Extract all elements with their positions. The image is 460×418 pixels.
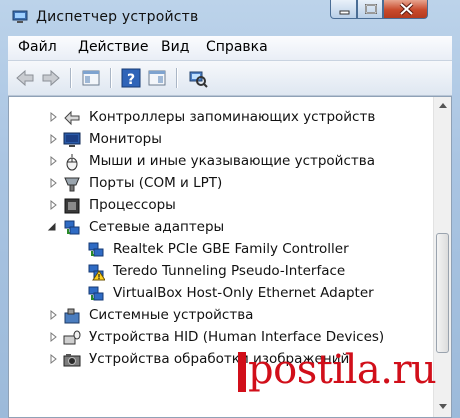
menu-help[interactable]: Справка	[206, 39, 268, 55]
tree-row-teredo-adapter[interactable]: Teredo Tunneling Pseudo-Interface	[9, 260, 429, 282]
tree-row-storage-controllers[interactable]: Контроллеры запоминающих устройств	[9, 106, 429, 128]
tree-row-label: Системные устройства	[89, 307, 254, 323]
help-icon[interactable]: ?	[120, 67, 142, 89]
scan-hardware-icon[interactable]	[186, 67, 208, 89]
mouse-icon	[66, 154, 78, 171]
watermark-bar	[238, 352, 246, 392]
hid-icon	[63, 330, 81, 345]
watermark-text: postila.ru	[248, 347, 437, 393]
storage-controller-icon	[64, 110, 80, 126]
tree-row-label: Мониторы	[89, 131, 162, 147]
tree-row-monitors[interactable]: Мониторы	[9, 128, 429, 150]
menu-view[interactable]: Вид	[161, 39, 189, 55]
tree-row-processors[interactable]: Процессоры	[9, 194, 429, 216]
tree-row-ports[interactable]: Порты (COM и LPT)	[9, 172, 429, 194]
expand-arrow-icon[interactable]	[49, 111, 59, 123]
toolbar-separator	[110, 68, 111, 88]
properties-pane-icon[interactable]	[80, 67, 102, 89]
tree-row-system-devices[interactable]: Системные устройства	[9, 304, 429, 326]
expand-arrow-icon[interactable]	[49, 133, 59, 145]
window-title: Диспетчер устройств	[36, 9, 199, 25]
close-icon	[399, 2, 414, 16]
expand-arrow-icon[interactable]	[49, 353, 59, 365]
scroll-up-icon[interactable]	[438, 101, 448, 109]
tree-row-label: Teredo Tunneling Pseudo-Interface	[113, 263, 346, 279]
tree-row-label: Порты (COM и LPT)	[89, 175, 223, 191]
close-button[interactable]	[383, 0, 428, 19]
network-adapter-icon	[88, 242, 104, 257]
menu-bar: Файл Действие Вид Справка	[8, 36, 452, 61]
monitor-icon	[63, 132, 81, 147]
back-arrow-icon[interactable]	[14, 67, 36, 89]
title-bar[interactable]: Диспетчер устройств	[0, 0, 460, 34]
tree-row-mice[interactable]: Мыши и иные указывающие устройства	[9, 150, 429, 172]
watermark: postila.ru	[238, 340, 460, 418]
device-manager-window: Диспетчер устройств Файл Действие Вид Сп…	[0, 0, 460, 418]
minimize-icon	[339, 10, 350, 15]
toolbar-separator	[70, 68, 71, 88]
tree-row-label: Мыши и иные указывающие устройства	[89, 153, 375, 169]
imaging-device-icon	[63, 354, 81, 367]
collapse-arrow-icon[interactable]	[47, 221, 57, 233]
expand-arrow-icon[interactable]	[49, 309, 59, 321]
network-adapter-warning-icon	[88, 264, 105, 281]
tree-row-label: Процессоры	[89, 197, 176, 213]
tree-row-virtualbox-adapter[interactable]: VirtualBox Host-Only Ethernet Adapter	[9, 282, 429, 304]
tree-row-network-adapters[interactable]: Сетевые адаптеры	[9, 216, 429, 238]
menu-file[interactable]: Файл	[18, 39, 57, 55]
network-adapter-icon	[64, 220, 80, 235]
forward-arrow-icon[interactable]	[40, 67, 62, 89]
expand-arrow-icon[interactable]	[49, 331, 59, 343]
details-pane-icon[interactable]	[146, 67, 168, 89]
menu-action[interactable]: Действие	[78, 39, 148, 55]
device-manager-icon	[12, 10, 28, 23]
svg-text:?: ?	[127, 72, 135, 88]
scrollbar-thumb[interactable]	[436, 233, 449, 353]
toolbar: ?	[8, 61, 452, 96]
maximize-button[interactable]	[357, 0, 383, 19]
system-device-icon	[64, 308, 80, 324]
toolbar-separator	[176, 68, 177, 88]
tree-row-label: Realtek PCIe GBE Family Controller	[113, 241, 349, 257]
maximize-icon	[365, 4, 377, 14]
tree-row-realtek-adapter[interactable]: Realtek PCIe GBE Family Controller	[9, 238, 429, 260]
minimize-button[interactable]	[330, 0, 357, 19]
processor-icon	[64, 198, 80, 214]
tree-row-label: VirtualBox Host-Only Ethernet Adapter	[113, 285, 374, 301]
port-icon	[64, 177, 80, 192]
network-adapter-icon	[88, 286, 104, 301]
expand-arrow-icon[interactable]	[49, 199, 59, 211]
tree-row-label: Контроллеры запоминающих устройств	[89, 109, 376, 125]
expand-arrow-icon[interactable]	[49, 155, 59, 167]
tree-row-label: Сетевые адаптеры	[89, 219, 225, 235]
expand-arrow-icon[interactable]	[49, 177, 59, 189]
